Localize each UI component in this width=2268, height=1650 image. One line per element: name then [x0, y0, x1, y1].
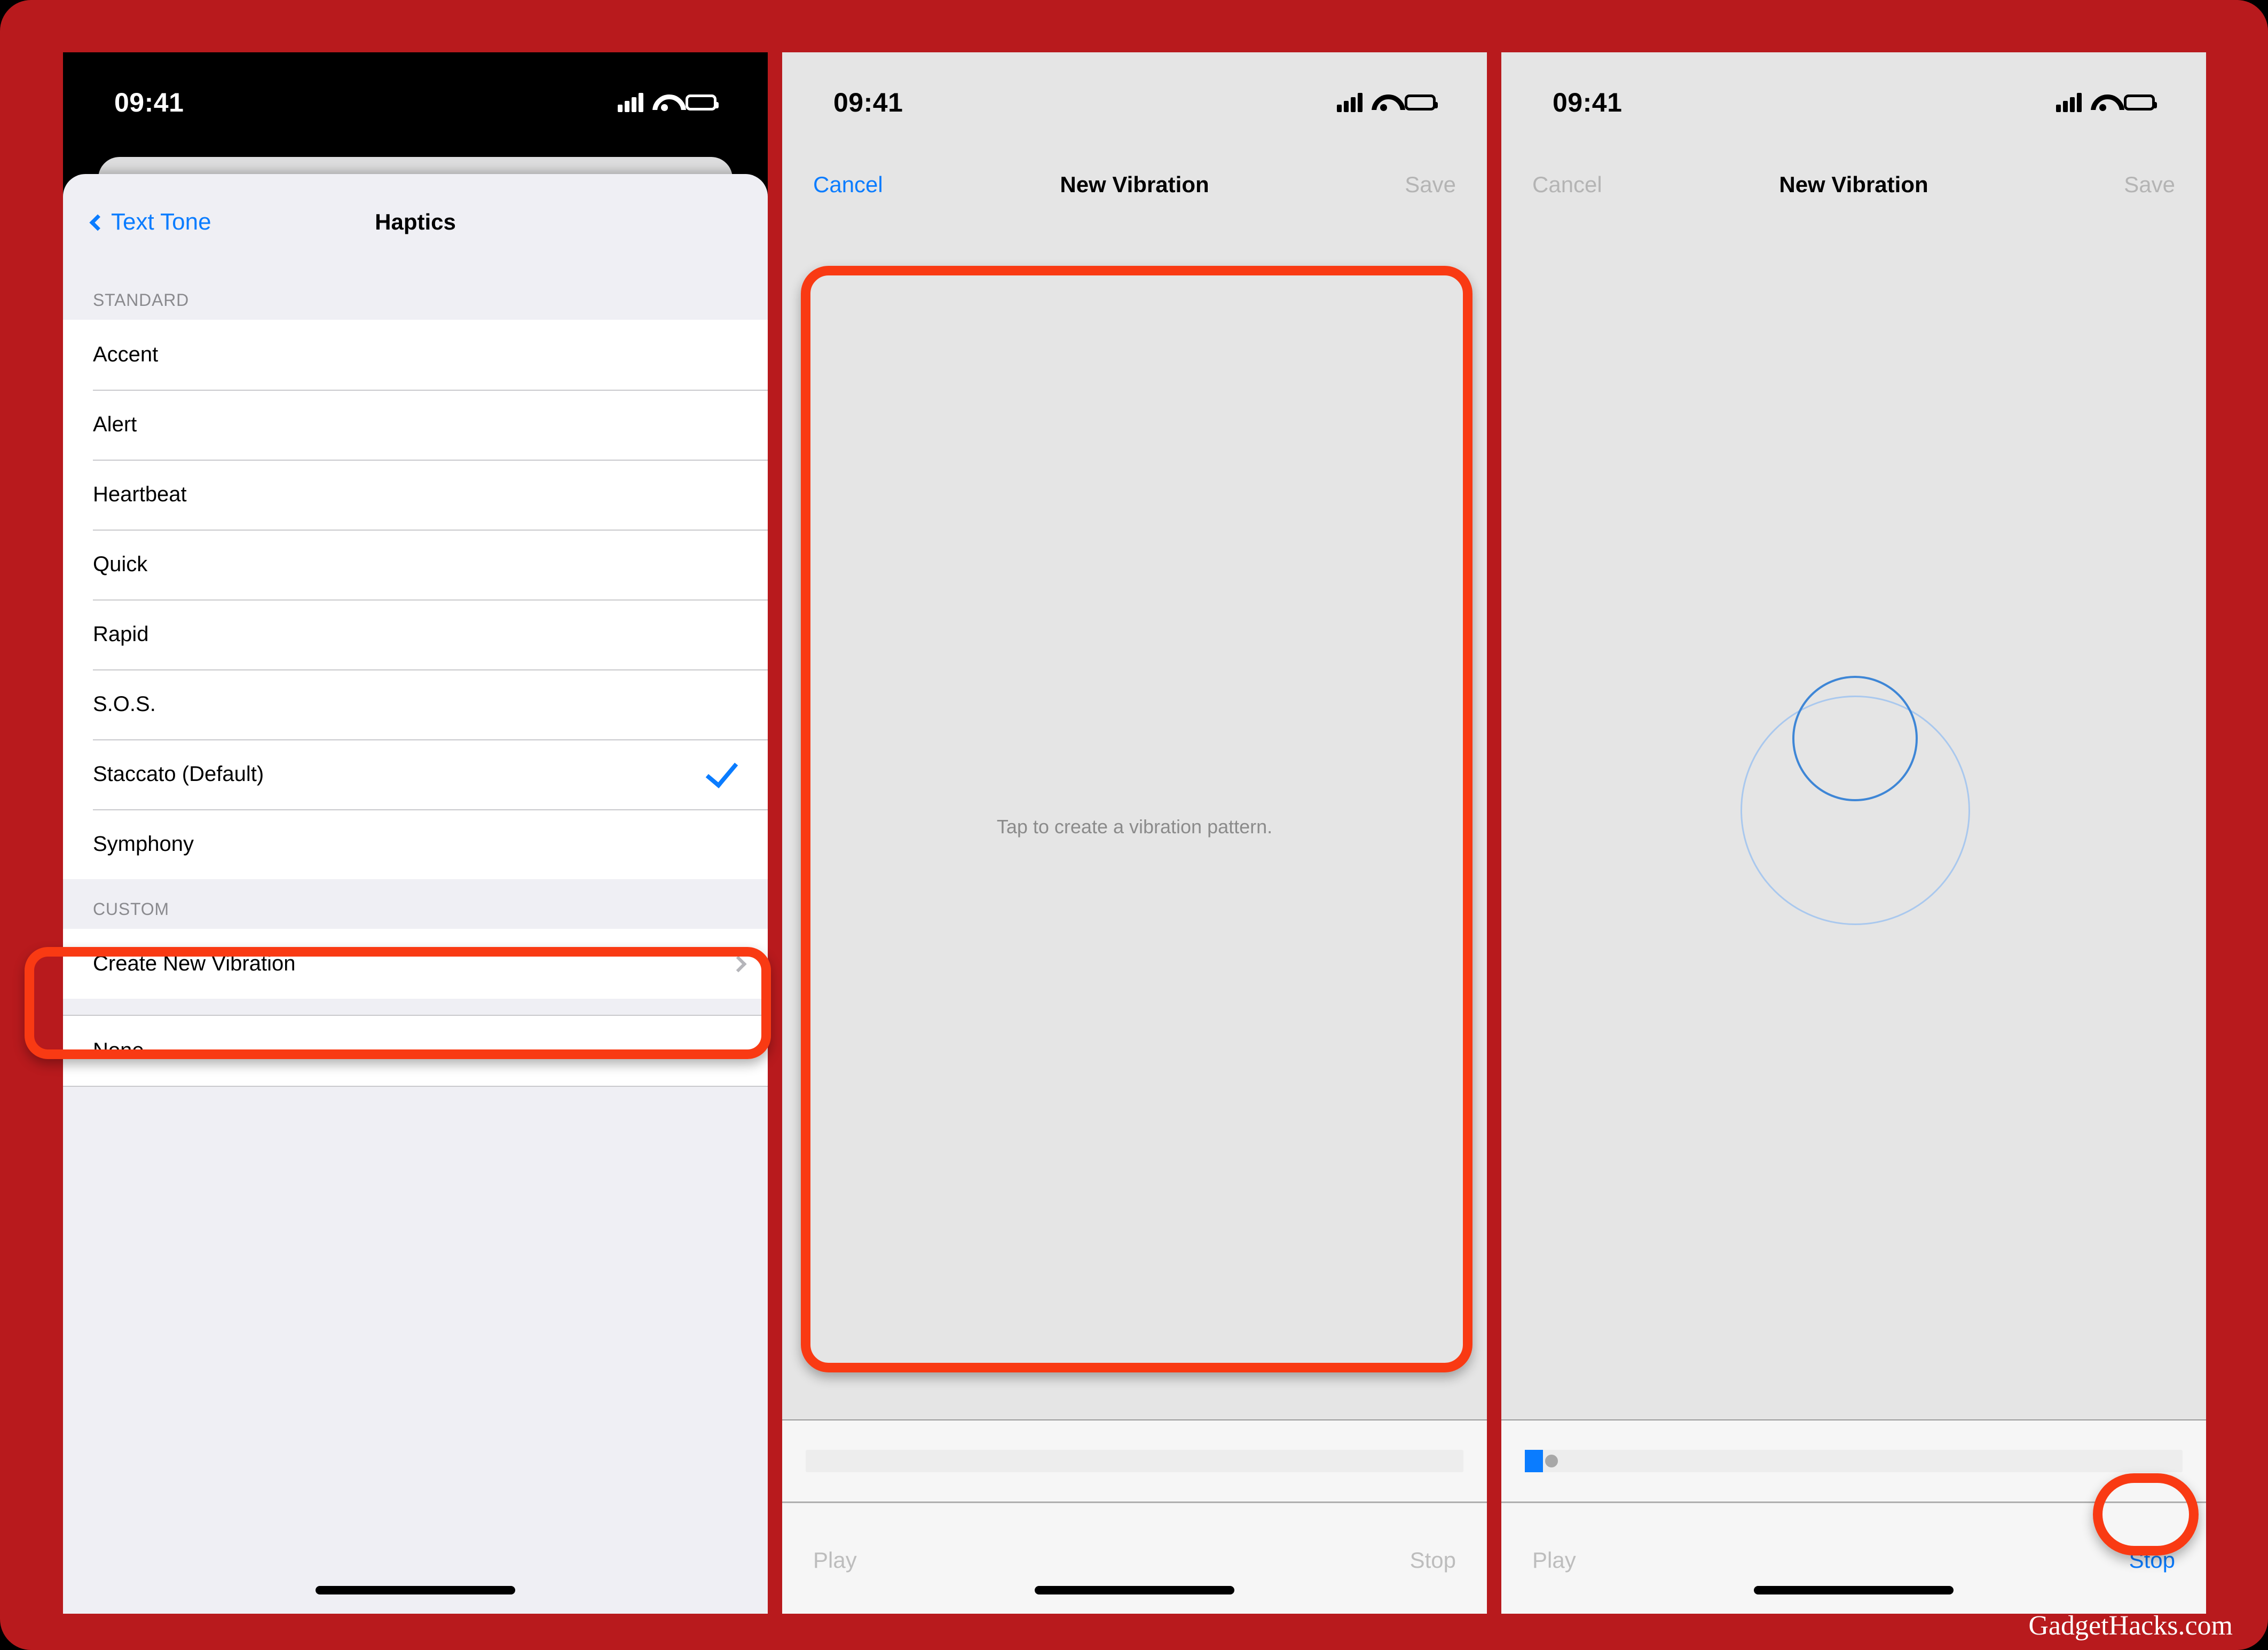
list-item-label: Accent	[93, 343, 159, 366]
section-header-standard: STANDARD	[63, 270, 768, 320]
navigation-bar: Text Tone Haptics	[63, 174, 768, 270]
battery-icon	[2124, 94, 2157, 110]
list-item-label: Symphony	[93, 832, 194, 856]
signal-bars-icon	[2056, 93, 2082, 112]
list-item-label: Rapid	[93, 622, 149, 646]
list-item-label: Quick	[93, 552, 148, 576]
list-item-rapid[interactable]: Rapid	[63, 599, 768, 669]
list-item-create-new-vibration[interactable]: Create New Vibration	[63, 929, 768, 999]
list-item-quick[interactable]: Quick	[63, 530, 768, 599]
vibration-tap-canvas[interactable]: Tap to create a vibration pattern.	[782, 234, 1487, 1419]
status-bar: 09:41	[63, 52, 768, 153]
transport-controls: Play Stop	[1501, 1504, 2206, 1614]
signal-bars-icon	[618, 93, 643, 112]
list-item-alert[interactable]: Alert	[63, 390, 768, 460]
watermark: GadgetHacks.com	[2028, 1610, 2233, 1641]
progress-bar[interactable]	[1525, 1450, 2183, 1472]
battery-icon	[1405, 94, 1438, 110]
haptics-none-list: None	[63, 1016, 768, 1086]
wifi-icon	[2091, 93, 2115, 112]
status-bar: 09:41	[782, 52, 1487, 153]
haptics-standard-list: Accent Alert Heartbeat Quick Rapid S.O.S…	[63, 320, 768, 879]
stop-button[interactable]: Stop	[1410, 1548, 1456, 1573]
list-item-label: S.O.S.	[93, 692, 156, 716]
list-item-label: Alert	[93, 413, 137, 436]
wifi-icon	[1372, 93, 1396, 112]
checkmark-icon	[705, 754, 738, 788]
status-bar: 09:41	[1501, 52, 2206, 153]
list-item-none[interactable]: None	[63, 1016, 768, 1086]
save-button[interactable]: Save	[2124, 172, 2175, 198]
list-item-label: Heartbeat	[93, 483, 187, 506]
status-bar-time: 09:41	[833, 88, 903, 117]
status-bar-indicators	[2056, 93, 2157, 112]
home-indicator[interactable]	[1754, 1586, 1954, 1594]
status-bar-indicators	[618, 93, 719, 112]
list-item-staccato-default[interactable]: Staccato (Default)	[63, 739, 768, 809]
save-button[interactable]: Save	[1405, 172, 1456, 198]
home-indicator[interactable]	[316, 1586, 515, 1594]
list-item-heartbeat[interactable]: Heartbeat	[63, 460, 768, 530]
page-title: Haptics	[375, 209, 456, 234]
list-item-symphony[interactable]: Symphony	[63, 809, 768, 879]
signal-bars-icon	[1337, 93, 1363, 112]
section-header-custom: CUSTOM	[63, 879, 768, 929]
play-button[interactable]: Play	[1532, 1548, 1576, 1573]
home-indicator[interactable]	[1035, 1586, 1234, 1594]
playback-progress-zone	[1501, 1419, 2206, 1503]
play-button[interactable]: Play	[813, 1548, 857, 1573]
progress-bar-fill	[1525, 1450, 1543, 1472]
list-item-label: Create New Vibration	[93, 952, 296, 975]
list-item-sos[interactable]: S.O.S.	[63, 669, 768, 739]
divider	[63, 1086, 768, 1087]
modal-sheet: Text Tone Haptics STANDARD Accent Alert …	[63, 174, 768, 1614]
playback-progress-zone	[782, 1419, 1487, 1503]
list-item-label: None	[93, 1039, 144, 1062]
tap-ripple-inner-icon	[1792, 676, 1918, 801]
section-gap	[63, 999, 768, 1015]
phone-panel-new-vibration-empty: 09:41 Cancel New Vibration Save Tap to c…	[782, 52, 1487, 1614]
status-bar-time: 09:41	[1553, 88, 1623, 117]
battery-icon	[686, 94, 719, 110]
progress-bar[interactable]	[806, 1450, 1463, 1472]
list-item-accent[interactable]: Accent	[63, 320, 768, 390]
page-title: New Vibration	[1779, 172, 1928, 197]
stop-button[interactable]: Stop	[2129, 1548, 2175, 1573]
tap-canvas-hint: Tap to create a vibration pattern.	[996, 815, 1273, 838]
page-title: New Vibration	[1060, 172, 1209, 197]
screenshot-canvas: 09:41 Text Tone Haptics STANDARD Accent	[0, 0, 2268, 1650]
chevron-right-icon	[730, 955, 747, 973]
progress-bar-marker	[1545, 1455, 1558, 1467]
haptics-custom-list: Create New Vibration	[63, 929, 768, 999]
status-bar-time: 09:41	[114, 88, 184, 117]
list-item-label: Staccato (Default)	[93, 762, 264, 786]
vibration-tap-canvas[interactable]	[1501, 234, 2206, 1419]
editor-navigation-bar: Cancel New Vibration Save	[1501, 153, 2206, 217]
status-bar-indicators	[1337, 93, 1438, 112]
phone-panel-haptics-list: 09:41 Text Tone Haptics STANDARD Accent	[63, 52, 768, 1614]
phone-panel-new-vibration-playing: 09:41 Cancel New Vibration Save Play Sto…	[1501, 52, 2206, 1614]
wifi-icon	[652, 93, 676, 112]
transport-controls: Play Stop	[782, 1504, 1487, 1614]
editor-navigation-bar: Cancel New Vibration Save	[782, 153, 1487, 217]
